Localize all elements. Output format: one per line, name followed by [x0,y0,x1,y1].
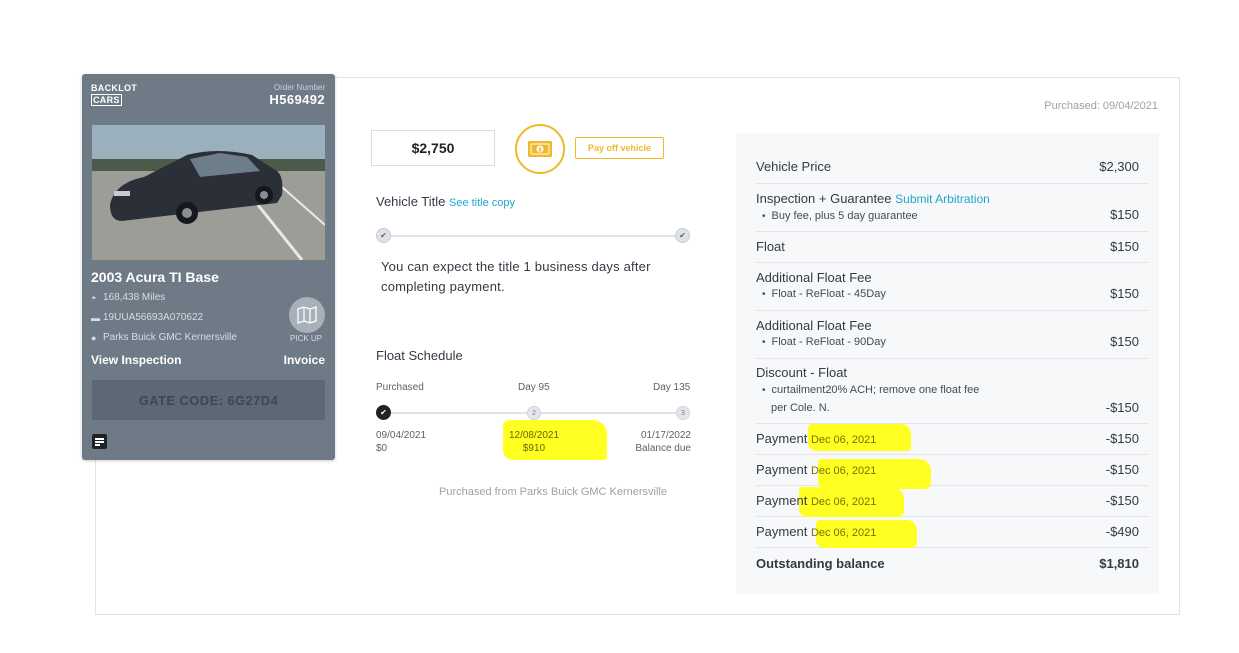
vehicle-card: BACKLOT CARS Order Number H569492 2003 A… [82,74,335,460]
mileage: ◓ 168,438 Miles [91,292,166,303]
step-label: Day 135 [653,382,691,393]
summary-row: Additional Float Fee Float - ReFloat - 9… [756,311,1149,359]
step-date: 12/08/2021 [508,430,560,441]
vin: ▬ 19UUA56693A070622 [91,312,204,323]
check-icon: ✔ [376,405,391,420]
payoff-amount: $2,750 [371,130,495,166]
money-icon: $ [515,124,565,174]
outstanding-balance-amount: $1,810 [1099,556,1139,571]
submit-arbitration-link[interactable]: Submit Arbitration [895,192,990,206]
svg-text:$: $ [538,147,542,154]
seller: ● Parks Buick GMC Kernersville [91,332,237,343]
vehicle-title: 2003 Acura TI Base [91,269,219,285]
purchased-date: Purchased: 09/04/2021 [1044,100,1158,112]
car-icon: ▬ [91,312,100,323]
see-title-copy-link[interactable]: See title copy [449,197,515,209]
pay-off-vehicle-button[interactable]: Pay off vehicle [575,137,664,159]
summary-row: Additional Float Fee Float - ReFloat - 4… [756,263,1149,311]
payment-row: Payment Dec 06, 2021 -$150 [756,455,1149,489]
step-marker: 3 [676,406,690,420]
check-icon: ✔ [675,228,690,243]
summary-row: Discount - Float curtailment20% ACH; rem… [756,359,1149,424]
vehicle-photo [92,125,325,260]
check-icon: ✔ [376,228,391,243]
speedometer-icon: ◓ [91,292,97,303]
purchased-from: Purchased from Parks Buick GMC Kernersvi… [438,486,667,498]
invoice-link[interactable]: Invoice [284,353,325,367]
payment-row: Payment Dec 06, 2021 -$150 [756,486,1149,517]
step-date: 09/04/2021 [376,430,427,441]
order-number: H569492 [269,92,325,107]
person-icon: ● [91,332,97,343]
outstanding-balance-row: Outstanding balance $1,810 [756,548,1149,579]
order-number-label: Order Number [273,83,325,92]
gate-code: GATE CODE: 6G27D4 [92,380,325,420]
step-marker: 2 [527,406,541,420]
step-amount: $0 [376,443,388,454]
payment-row: Payment Dec 06, 2021 -$490 [756,517,1149,548]
step-label: Purchased [376,382,424,393]
step-date: 01/17/2022 [640,430,691,441]
summary-row: Vehicle Price $2,300 [756,151,1149,184]
outstanding-balance-label: Outstanding balance [756,556,885,571]
step-label: Day 95 [518,382,550,393]
summary-row: Inspection + Guarantee Submit Arbitratio… [756,184,1149,232]
step-amount: Balance due [635,443,691,454]
summary-row: Float $150 [756,232,1149,263]
map-icon [297,306,317,324]
title-progress-track [384,235,682,237]
backlot-cars-logo: BACKLOT CARS [91,83,138,106]
step-amount: $910 [522,443,546,454]
pickup-button[interactable] [289,297,325,333]
pickup-label: PICK UP [290,334,323,343]
note-icon[interactable] [92,434,107,449]
float-schedule-heading: Float Schedule [376,348,463,363]
price-summary: Vehicle Price $2,300 Inspection + Guaran… [736,133,1159,594]
payment-row: Payment Dec 06, 2021 -$150 [756,424,1149,455]
vehicle-title-heading: Vehicle Title See title copy [376,194,516,209]
title-message: You can expect the title 1 business days… [381,259,651,294]
view-inspection-link[interactable]: View Inspection [91,353,181,367]
